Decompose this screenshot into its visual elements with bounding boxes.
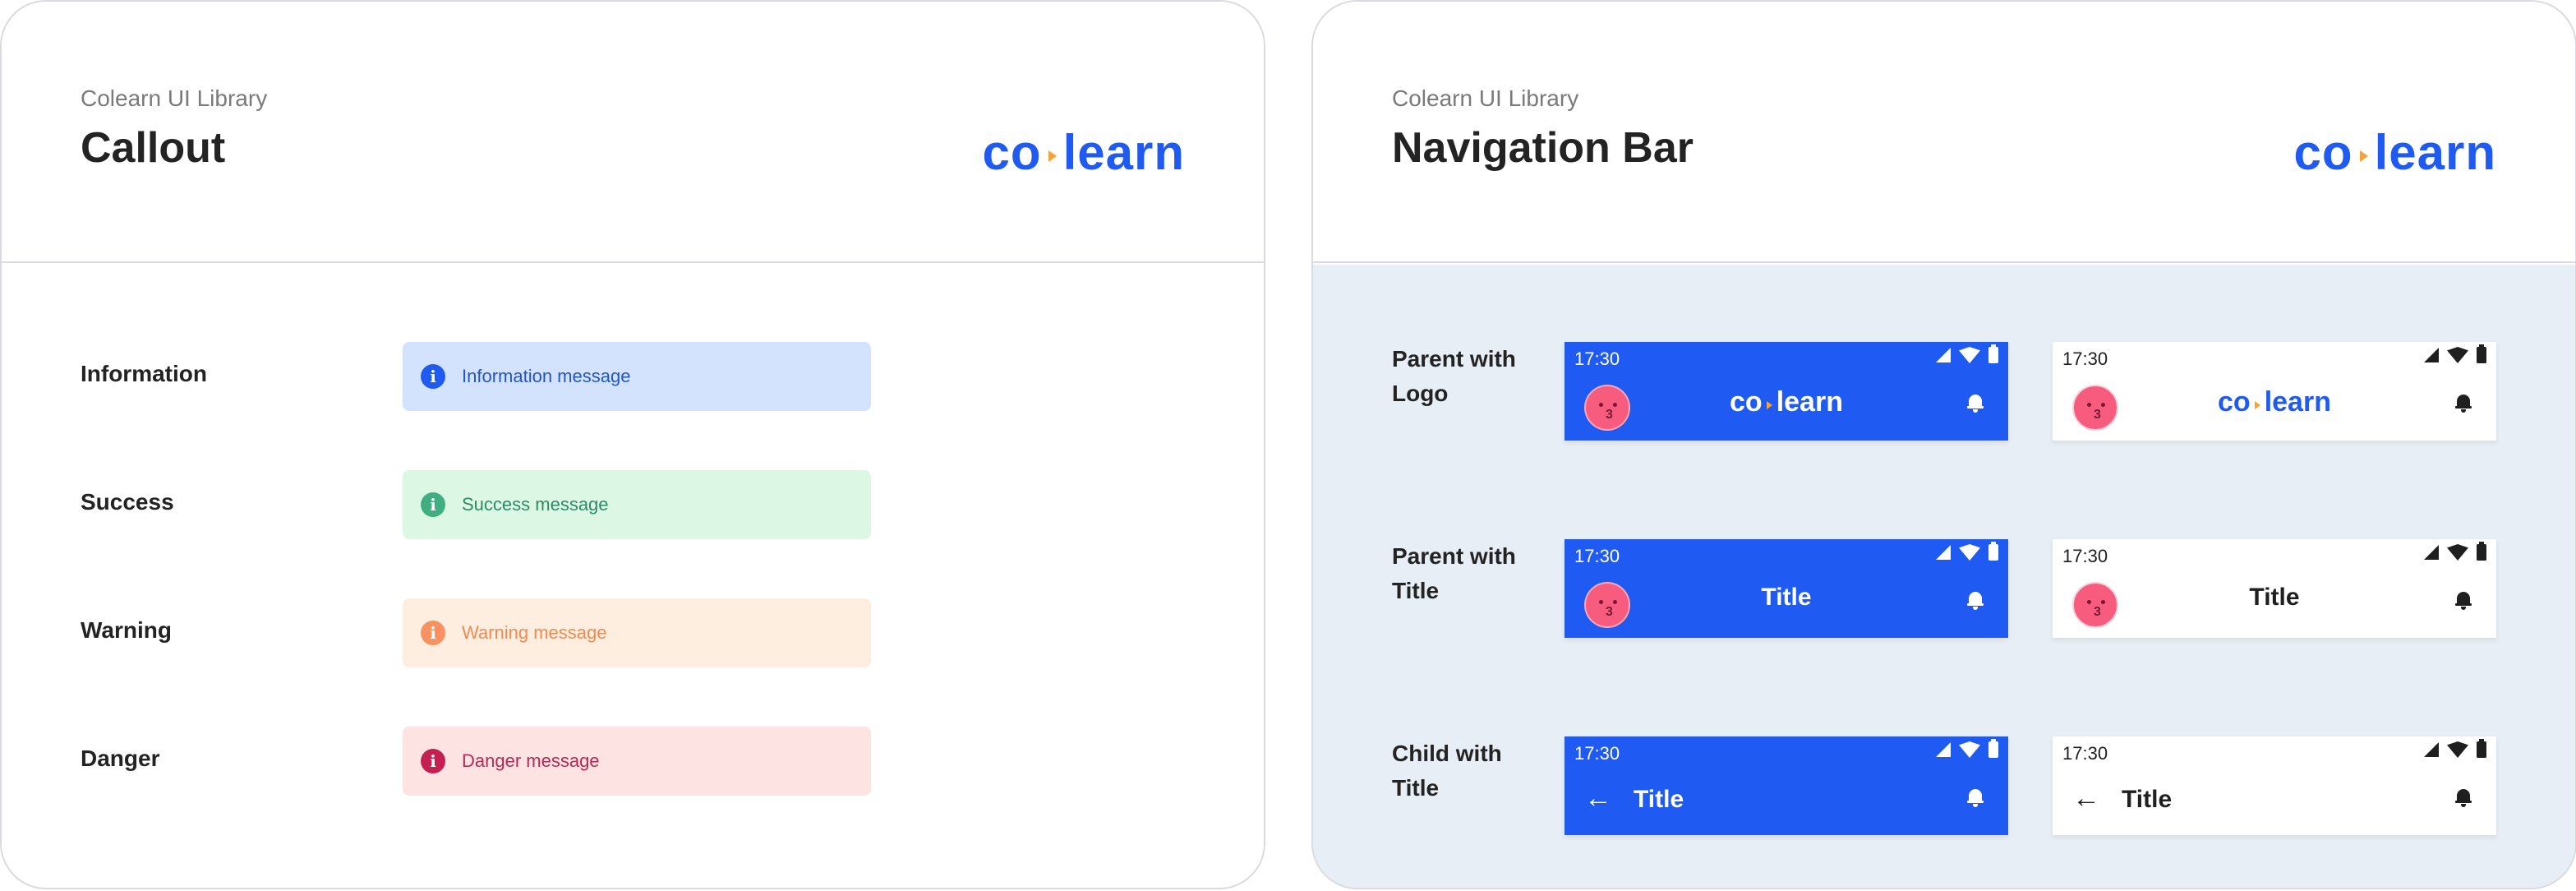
colearn-logo: co learn [982,124,1185,180]
wifi-icon [1959,347,1980,363]
status-icons [2424,344,2486,363]
library-label: Colearn UI Library [1392,85,1579,111]
library-label: Colearn UI Library [81,85,268,111]
status-time: 17:30 [2062,546,2108,566]
wifi-icon [2447,544,2468,561]
info-icon: i [421,492,445,517]
battery-icon [1988,542,1998,561]
page-title: Navigation Bar [1392,124,1694,172]
label-line: Parent with [1392,543,1516,569]
status-time: 17:30 [2062,743,2108,764]
logo-text-learn: learn [2264,386,2331,418]
bell-icon[interactable] [2455,393,2472,413]
navbar-title: Title [2122,786,2173,813]
logo-accent-icon [2359,150,2368,162]
status-time: 17:30 [2062,349,2108,369]
logo-text-co: co [1730,386,1763,418]
label-line: Parent with [1392,346,1516,372]
signal-icon [1936,545,1951,560]
status-icons [2424,542,2486,561]
battery-icon [1988,739,1998,758]
navbar-logo: co learn [2053,386,2496,418]
navbar-child-title-blue: 17:30 ← Title [1564,736,2008,835]
card-body: Parent with Logo 17:30 3 co learn 17:30 3… [1313,265,2575,888]
nav-label-parent-title: Parent with Title [1392,539,1516,608]
callout-message: Success message [462,494,609,515]
battery-icon [2477,739,2486,758]
callout-danger: i Danger message [403,727,871,796]
callout-label-danger: Danger [81,746,160,771]
navbar-title: Title [1761,584,1812,611]
info-icon: i [421,749,445,773]
logo-text-co: co [982,124,1042,180]
status-time: 17:30 [1574,546,1620,566]
callout-message: Warning message [462,622,607,643]
card-header: Colearn UI Library Navigation Bar co lear… [1313,2,2575,263]
wifi-icon [2447,347,2468,363]
battery-icon [2477,542,2486,561]
label-line: Child with [1392,741,1502,766]
colearn-logo: co learn [2293,124,2496,180]
status-icons [1936,739,1998,758]
status-time: 17:30 [1574,743,1620,764]
back-arrow-icon[interactable]: ← [2072,784,2100,812]
navbar-parent-title-white: 17:30 3 Title [2053,539,2496,638]
page-title: Callout [81,124,226,172]
label-line: Logo [1392,381,1449,406]
logo-accent-icon [1048,150,1057,162]
logo-accent-icon [2254,400,2260,409]
label-line: Title [1392,775,1440,801]
status-icons [2424,739,2486,758]
wifi-icon [2447,741,2468,758]
navbar-child-title-white: 17:30 ← Title [2053,736,2496,835]
nav-label-parent-logo: Parent with Logo [1392,342,1516,411]
signal-icon [2424,348,2439,362]
callout-success: i Success message [403,470,871,539]
callout-message: Danger message [462,750,600,771]
wifi-icon [1959,544,1980,561]
status-time: 17:30 [1574,349,1620,369]
bell-icon[interactable] [1967,393,1984,413]
logo-accent-icon [1766,400,1772,409]
navbar-parent-title-blue: 17:30 3 Title [1564,539,2008,638]
logo-text-learn: learn [1062,124,1185,180]
callout-label-information: Information [81,361,207,386]
callout-warning: i Warning message [403,598,871,667]
navbar-parent-logo-white: 17:30 3 co learn [2053,342,2496,441]
logo-text-co: co [2293,124,2353,180]
card-header: Colearn UI Library Callout co learn [2,2,1264,263]
wifi-icon [1959,741,1980,758]
bell-icon[interactable] [1967,590,1984,610]
navbar-title: Title [1634,786,1684,813]
callout-label-success: Success [81,489,174,515]
logo-text-learn: learn [2374,124,2496,180]
bell-icon[interactable] [1967,787,1984,807]
battery-icon [2477,344,2486,363]
callout-message: Information message [462,366,631,386]
info-icon: i [421,364,445,389]
navbar-logo: co learn [1564,386,2008,418]
back-arrow-icon[interactable]: ← [1584,784,1612,812]
signal-icon [2424,742,2439,757]
navbar-title: Title [2249,584,2300,611]
nav-label-child-title: Child with Title [1392,736,1502,806]
navbar-parent-logo-blue: 17:30 3 co learn [1564,342,2008,441]
signal-icon [1936,742,1951,757]
logo-text-learn: learn [1776,386,1843,418]
callout-card: Colearn UI Library Callout co learn Infor… [0,0,1265,889]
status-icons [1936,344,1998,363]
bell-icon[interactable] [2455,787,2472,807]
logo-text-co: co [2218,386,2251,418]
signal-icon [1936,348,1951,362]
battery-icon [1988,344,1998,363]
status-icons [1936,542,1998,561]
navigation-bar-card: Colearn UI Library Navigation Bar co lear… [1311,0,2576,889]
signal-icon [2424,545,2439,560]
callout-information: i Information message [403,342,871,411]
info-icon: i [421,621,445,645]
label-line: Title [1392,578,1440,603]
bell-icon[interactable] [2455,590,2472,610]
callout-label-warning: Warning [81,617,172,643]
card-body: Information i Information message Succes… [2,265,1264,888]
